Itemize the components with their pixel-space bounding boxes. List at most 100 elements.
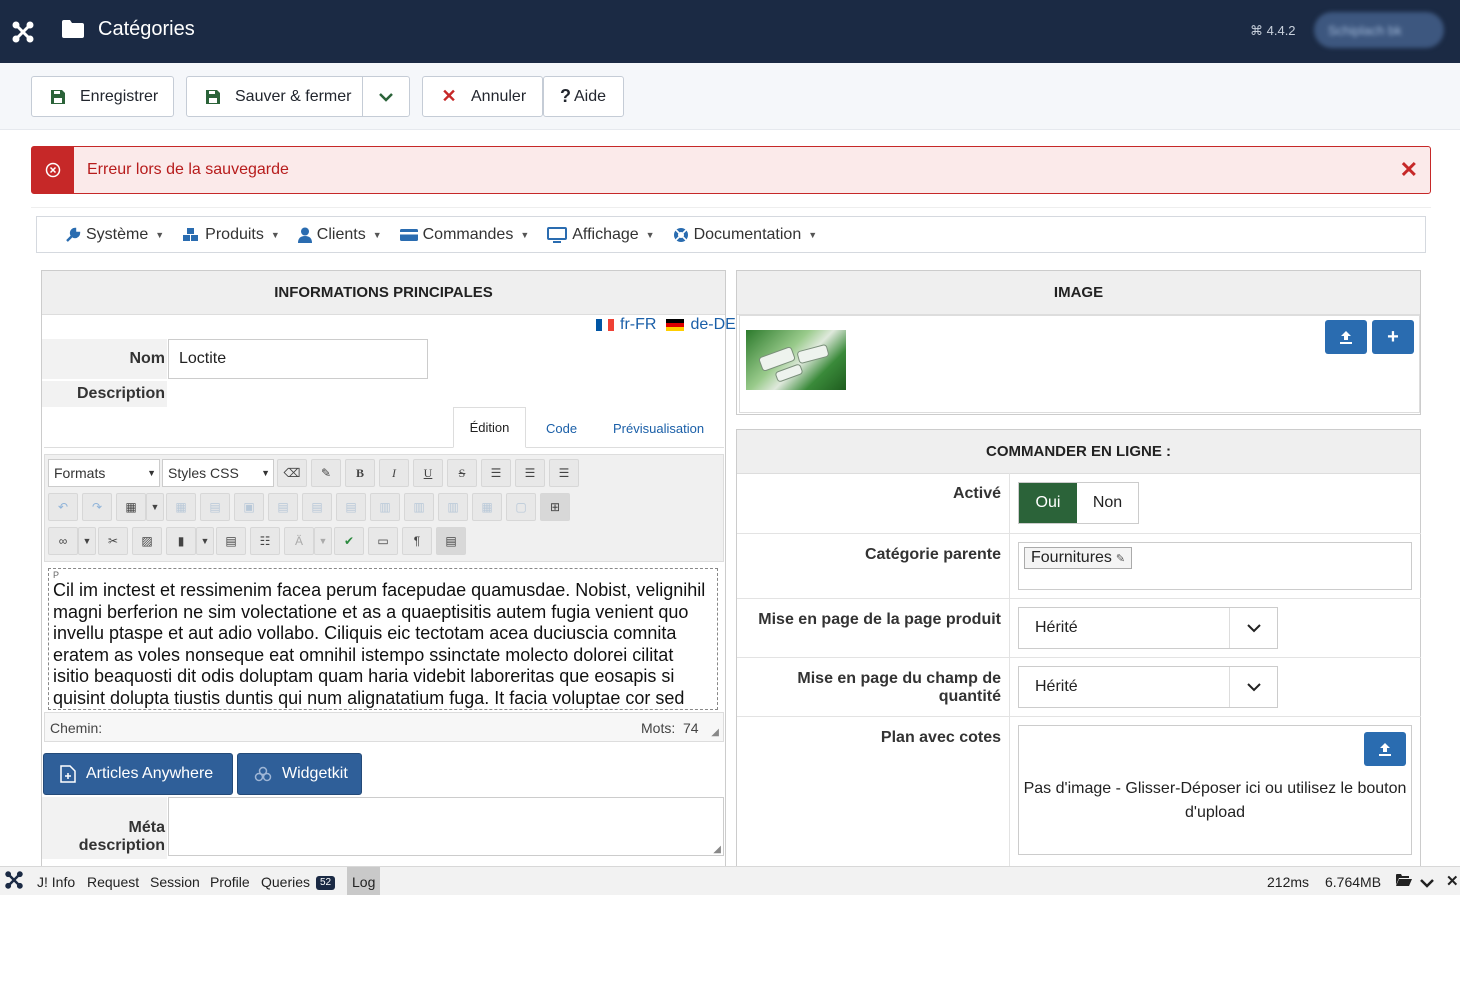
quantity-layout-value: Hérité [1035,678,1078,695]
active-yes-button[interactable]: Oui [1019,483,1077,523]
align-left-icon[interactable]: ☰ [481,459,511,487]
lang-de-link[interactable]: de-DE [690,316,735,334]
meta-description-textarea[interactable]: ◢ [168,797,724,856]
upload-plan-button[interactable] [1364,732,1406,766]
cell-props-icon[interactable]: ▣ [234,493,264,521]
strikethrough-icon[interactable]: S [447,459,477,487]
insert-row-after-icon[interactable]: ▤ [302,493,332,521]
undo-icon[interactable]: ↶ [48,493,78,521]
insert-col-before-icon[interactable]: ▥ [370,493,400,521]
tab-edition[interactable]: Édition [453,407,526,448]
category-thumbnail[interactable] [746,330,846,390]
menu-documentation-label: Documentation [693,225,802,243]
quantity-layout-select[interactable]: Hérité [1018,666,1278,708]
redo-icon[interactable]: ↷ [82,493,112,521]
paragraph-icon[interactable]: ¶ [402,527,432,555]
menu-orders[interactable]: Commandes ▼ [399,225,529,244]
styles-select[interactable]: Styles CSS ▼ [162,459,274,487]
insert-col-after-icon[interactable]: ▥ [404,493,434,521]
menu-documentation[interactable]: Documentation ▼ [673,225,817,244]
save-button[interactable]: Enregistrer [31,76,174,117]
delete-row-icon[interactable]: ▤ [336,493,366,521]
split-cells-icon[interactable]: ▦ [472,493,502,521]
save-dropdown-toggle[interactable] [362,76,410,117]
media-dropdown-icon[interactable]: ▼ [196,527,214,555]
active-toggle: Oui Non [1018,482,1139,524]
tab-code[interactable]: Code [546,421,577,436]
delete-table-icon[interactable]: ▦ [166,493,196,521]
debug-session-tab[interactable]: Session [150,874,200,890]
open-folder-icon[interactable] [1396,873,1412,890]
document-icon[interactable]: ▤ [216,527,246,555]
words-count: 74 [683,720,699,736]
underline-icon[interactable]: U [413,459,443,487]
save-close-button[interactable]: Sauver & fermer [186,76,363,117]
menu-system[interactable]: Système ▼ [65,226,164,244]
image-icon[interactable]: ▨ [132,527,162,555]
spellcheck-icon[interactable]: ✔ [334,527,364,555]
debug-request-tab[interactable]: Request [87,874,139,890]
articles-anywhere-label: Articles Anywhere [86,765,214,782]
menu-clients[interactable]: Clients ▼ [297,226,382,244]
menu-products[interactable]: Produits ▼ [182,226,280,244]
top-header: Catégories ⌘ 4.4.2 Schiplach bk [0,0,1460,63]
lang-fr-link[interactable]: fr-FR [620,316,656,334]
credit-card-icon [399,228,418,241]
table-dropdown-icon[interactable]: ▼ [146,493,164,521]
merge-cells-icon[interactable]: ▢ [506,493,536,521]
debug-profile-tab[interactable]: Profile [210,874,250,890]
align-center-icon[interactable]: ☰ [515,459,545,487]
unlink-icon[interactable]: ✂ [98,527,128,555]
collapse-chevron-icon[interactable] [1420,875,1434,891]
action-toolbar: Enregistrer Sauver & fermer ✕ Annuler ? … [0,63,1460,130]
debug-jinfo-tab[interactable]: J! Info [37,874,75,890]
eraser-icon[interactable]: ⌫ [277,459,307,487]
formats-select[interactable]: Formats ▼ [48,459,160,487]
help-button[interactable]: ? Aide [543,76,624,117]
product-layout-value: Hérité [1035,619,1078,636]
menu-display-label: Affichage [572,225,639,243]
template-icon[interactable]: ▭ [368,527,398,555]
language-dropdown-icon[interactable]: ▼ [314,527,332,555]
parent-category-field[interactable]: Fournitures ✎ [1018,542,1412,590]
pencil-icon[interactable]: ✎ [1116,552,1125,565]
product-layout-select[interactable]: Hérité [1018,607,1278,649]
add-image-button[interactable]: + [1372,320,1414,354]
close-alert-icon[interactable]: ✕ [1400,157,1418,183]
link-icon[interactable]: ∞ [48,527,78,555]
cancel-button[interactable]: ✕ Annuler [422,76,543,117]
media-icon[interactable]: ▮ [166,527,196,555]
menu-display[interactable]: Affichage ▼ [547,225,655,244]
menu-orders-label: Commandes [422,225,514,243]
italic-icon[interactable]: I [379,459,409,487]
resize-handle-icon[interactable]: ◢ [711,727,719,738]
upload-image-button[interactable] [1325,320,1367,354]
widgetkit-button[interactable]: Widgetkit [237,753,362,795]
delete-col-icon[interactable]: ▥ [438,493,468,521]
language-icon[interactable]: Ä [284,527,314,555]
debug-queries-tab[interactable]: Queries [261,874,310,890]
joomla-debug-logo-icon[interactable] [4,870,24,893]
debug-log-tab[interactable]: Log [347,867,381,895]
visual-aid-icon[interactable]: ⊞ [540,493,570,521]
bullet-list-icon[interactable]: ☷ [250,527,280,555]
link-dropdown-icon[interactable]: ▼ [78,527,96,555]
tab-preview[interactable]: Prévisualisation [613,421,704,436]
editor-content[interactable]: P Cil im inctest et ressimenim facea per… [48,568,718,710]
paintbrush-icon[interactable]: ✎ [311,459,341,487]
name-input[interactable]: Loctite [168,339,428,379]
table-icon[interactable]: ▦ [116,493,146,521]
close-debug-icon[interactable]: ✕ [1446,872,1459,890]
parent-category-tag[interactable]: Fournitures ✎ [1024,547,1133,569]
align-right-icon[interactable]: ☰ [549,459,579,487]
bold-icon[interactable]: B [345,459,375,487]
joomla-logo-icon[interactable] [0,0,46,63]
row-props-icon[interactable]: ▤ [200,493,230,521]
articles-anywhere-button[interactable]: Articles Anywhere [43,753,233,795]
active-no-button[interactable]: Non [1077,483,1138,523]
source-code-icon[interactable]: ▤ [436,527,466,555]
insert-row-before-icon[interactable]: ▤ [268,493,298,521]
cancel-label: Annuler [471,87,527,105]
user-menu-button[interactable]: Schiplach bk [1314,12,1444,48]
plan-dropzone[interactable]: Pas d'image - Glisser-Déposer ici ou uti… [1018,725,1412,855]
